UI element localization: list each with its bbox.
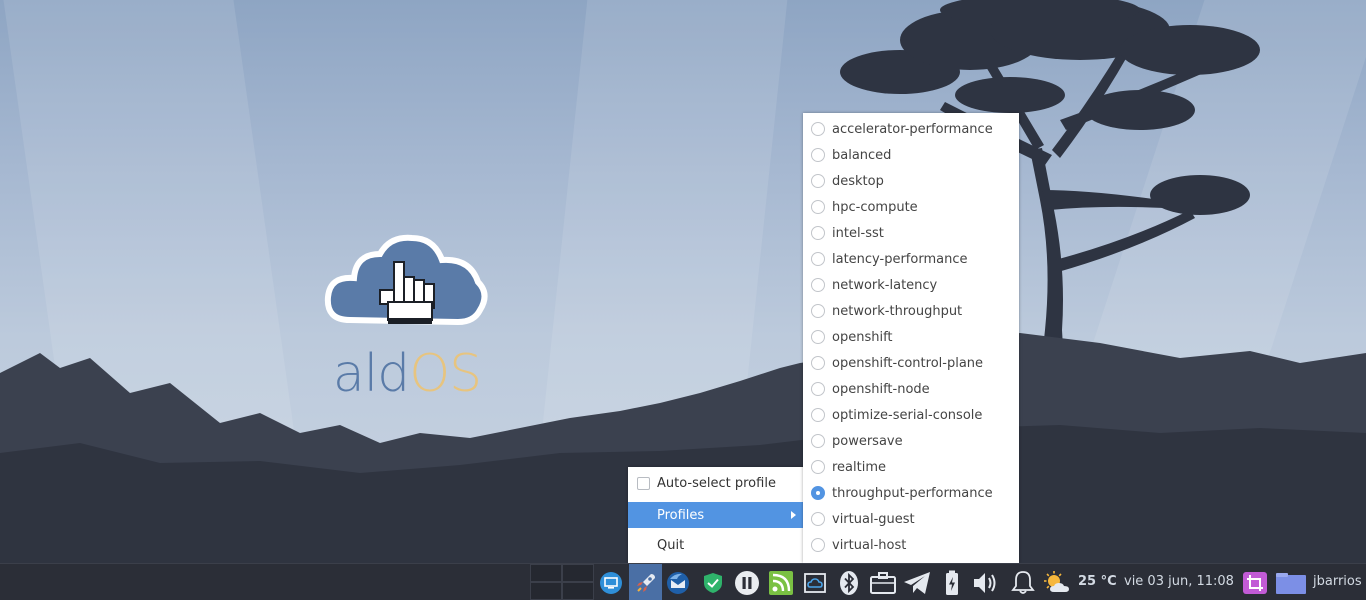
profile-label: realtime <box>832 459 887 475</box>
display-icon[interactable] <box>596 568 626 598</box>
profile-label: openshift-node <box>832 381 930 397</box>
radio-button[interactable] <box>811 434 825 448</box>
bell-icon[interactable] <box>1008 568 1038 598</box>
quit-menu-item[interactable]: Quit <box>628 532 804 558</box>
user-folder-icon[interactable] <box>1275 568 1307 598</box>
logo-text-os: OS <box>409 344 482 404</box>
logo-text-ald: ald <box>332 344 410 404</box>
profile-item[interactable]: virtual-host <box>803 532 1019 558</box>
briefcase-icon[interactable] <box>868 568 898 598</box>
volume-icon[interactable] <box>971 568 1001 598</box>
profile-item[interactable]: desktop <box>803 168 1019 194</box>
workspace-3[interactable] <box>530 582 562 600</box>
tuned-rocket-icon[interactable] <box>629 564 662 600</box>
profile-item[interactable]: virtual-guest <box>803 506 1019 532</box>
profile-label: network-throughput <box>832 303 963 319</box>
profile-item[interactable]: openshift-node <box>803 376 1019 402</box>
feed-icon[interactable] <box>766 568 796 598</box>
thunderbird-icon[interactable] <box>663 568 693 598</box>
crop-icon[interactable] <box>1240 568 1270 598</box>
cloud-hand-icon <box>324 234 488 326</box>
profile-item-selected[interactable]: throughput-performance <box>803 480 1019 506</box>
battery-icon[interactable] <box>937 568 967 598</box>
profile-label: virtual-guest <box>832 511 915 527</box>
menu-item-label: Quit <box>657 537 685 553</box>
profile-label: virtual-host <box>832 537 907 553</box>
radio-button[interactable] <box>811 304 825 318</box>
profile-label: optimize-serial-console <box>832 407 983 423</box>
profile-item[interactable]: intel-sst <box>803 220 1019 246</box>
profile-item[interactable]: realtime <box>803 454 1019 480</box>
shield-check-icon[interactable] <box>698 568 728 598</box>
profile-item[interactable]: hpc-compute <box>803 194 1019 220</box>
partly-sunny-icon[interactable] <box>1042 568 1072 598</box>
radio-button[interactable] <box>811 278 825 292</box>
radio-button[interactable] <box>811 460 825 474</box>
profile-label: balanced <box>832 147 892 163</box>
profile-label: openshift <box>832 329 893 345</box>
radio-button[interactable] <box>811 148 825 162</box>
bluetooth-icon[interactable] <box>834 568 864 598</box>
profile-label: throughput-performance <box>832 485 993 501</box>
menu-item-label: Auto-select profile <box>657 475 776 491</box>
clock[interactable]: vie 03 jun, 11:08 <box>1124 574 1234 589</box>
radio-button[interactable] <box>811 226 825 240</box>
radio-button[interactable] <box>811 174 825 188</box>
profile-item[interactable]: openshift <box>803 324 1019 350</box>
profile-item[interactable]: accelerator-performance <box>803 116 1019 142</box>
telegram-icon[interactable] <box>902 568 932 598</box>
profile-label: intel-sst <box>832 225 884 241</box>
radio-button[interactable] <box>811 408 825 422</box>
radio-button[interactable] <box>811 356 825 370</box>
auto-select-checkbox[interactable] <box>637 476 650 490</box>
profile-label: desktop <box>832 173 884 189</box>
radio-button[interactable] <box>811 538 825 552</box>
radio-button-checked[interactable] <box>811 486 825 500</box>
profile-label: accelerator-performance <box>832 121 993 137</box>
radio-button[interactable] <box>811 512 825 526</box>
pause-icon[interactable] <box>732 568 762 598</box>
cloud-sync-icon[interactable] <box>800 568 830 598</box>
profile-item[interactable]: latency-performance <box>803 246 1019 272</box>
profile-item[interactable]: openshift-control-plane <box>803 350 1019 376</box>
submenu-arrow-icon <box>791 511 796 519</box>
radio-button[interactable] <box>811 330 825 344</box>
radio-button[interactable] <box>811 252 825 266</box>
profile-item[interactable]: optimize-serial-console <box>803 402 1019 428</box>
profile-item[interactable]: powersave <box>803 428 1019 454</box>
profile-label: openshift-control-plane <box>832 355 984 371</box>
profiles-menu-item[interactable]: Profiles <box>628 502 804 528</box>
aldos-logo: aldOS <box>322 232 492 407</box>
radio-button[interactable] <box>811 122 825 136</box>
profile-label: powersave <box>832 433 903 449</box>
weather-temperature[interactable]: 25 °C <box>1078 574 1117 589</box>
menu-item-label: Profiles <box>657 507 705 523</box>
auto-select-profile-item[interactable]: Auto-select profile <box>628 470 804 496</box>
bottom-panel: 25 °C vie 03 jun, 11:08 jbarrios <box>0 563 1366 600</box>
workspace-2[interactable] <box>562 564 594 582</box>
username[interactable]: jbarrios <box>1313 574 1362 589</box>
profiles-submenu: accelerator-performance balanced desktop… <box>803 113 1019 563</box>
profile-label: network-latency <box>832 277 938 293</box>
tray-context-menu: Auto-select profile Profiles Quit <box>628 467 804 563</box>
logo-wordmark: aldOS <box>322 344 492 404</box>
radio-button[interactable] <box>811 382 825 396</box>
profile-item[interactable]: balanced <box>803 142 1019 168</box>
radio-button[interactable] <box>811 200 825 214</box>
profile-label: latency-performance <box>832 251 968 267</box>
profile-item[interactable]: network-latency <box>803 272 1019 298</box>
profile-label: hpc-compute <box>832 199 918 215</box>
workspace-1[interactable] <box>530 564 562 582</box>
profile-item[interactable]: network-throughput <box>803 298 1019 324</box>
workspace-4[interactable] <box>562 582 594 600</box>
